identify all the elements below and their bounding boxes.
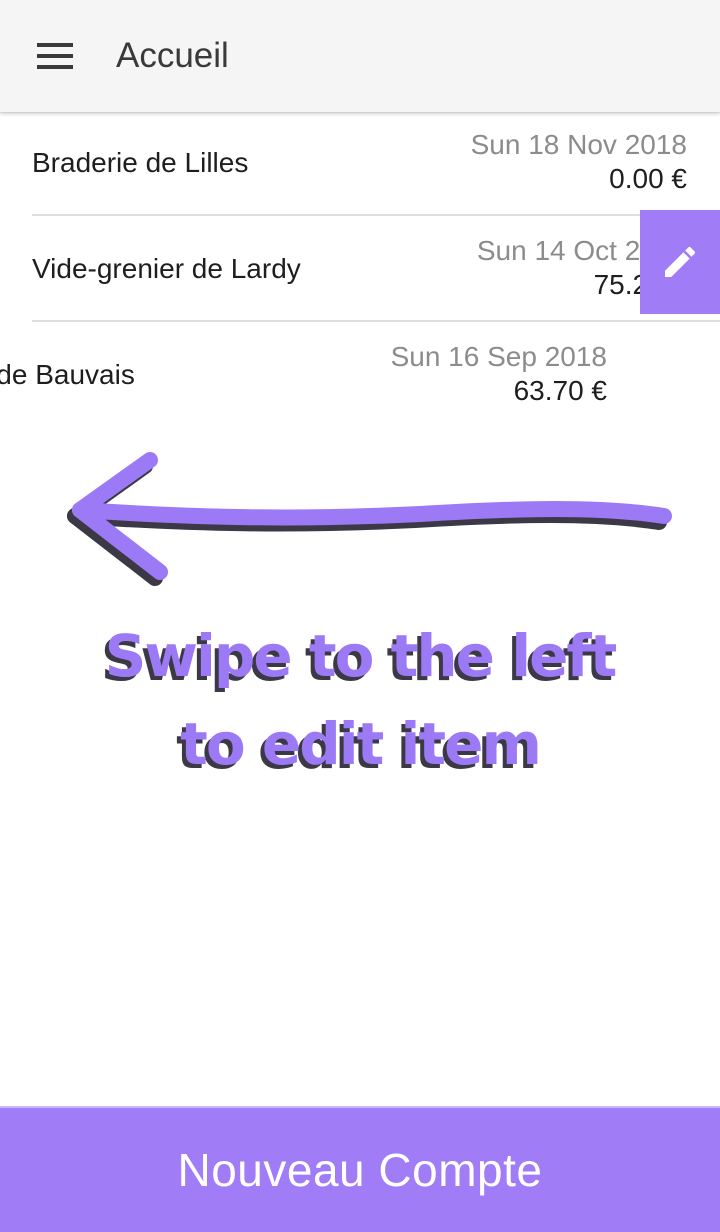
app-bar: Accueil: [0, 0, 720, 112]
menu-icon: [37, 43, 73, 69]
account-name: cante de Bauvais: [0, 359, 135, 390]
account-name: Braderie de Lilles: [32, 147, 249, 178]
menu-button[interactable]: [22, 26, 88, 86]
account-date: Sun 16 Sep 2018: [390, 341, 607, 372]
account-amount: 0.00 €: [609, 163, 687, 194]
list-item-swiped[interactable]: cante de Bauvais Sun 16 Sep 2018 63.70 €: [0, 324, 720, 428]
swiped-row-content: cante de Bauvais Sun 16 Sep 2018 63.70 €: [0, 324, 640, 428]
left-arrow-icon: [67, 452, 672, 586]
swipe-hint: Swipe to the left to edit item: [0, 612, 720, 788]
pencil-icon: [665, 246, 696, 277]
account-date: Sun 18 Nov 2018: [470, 129, 687, 160]
account-name: Vide-grenier de Lardy: [32, 253, 301, 284]
app-screen: Accueil Braderie de Lilles Sun 18 Nov 20…: [0, 0, 720, 1232]
edit-button[interactable]: [640, 210, 720, 314]
new-account-button[interactable]: Nouveau Compte: [0, 1106, 720, 1232]
hint-line-1: Swipe to the left: [104, 622, 618, 690]
list-item[interactable]: Vide-grenier de Lardy Sun 14 Oct 2018 75…: [0, 218, 720, 322]
divider: [32, 320, 720, 322]
page-title: Accueil: [116, 36, 229, 75]
new-account-label: Nouveau Compte: [177, 1144, 543, 1196]
list-item[interactable]: Braderie de Lilles Sun 18 Nov 2018 0.00 …: [0, 112, 720, 216]
hint-line-2: to edit item: [180, 710, 542, 778]
divider: [32, 214, 720, 216]
account-amount: 63.70 €: [513, 375, 607, 406]
